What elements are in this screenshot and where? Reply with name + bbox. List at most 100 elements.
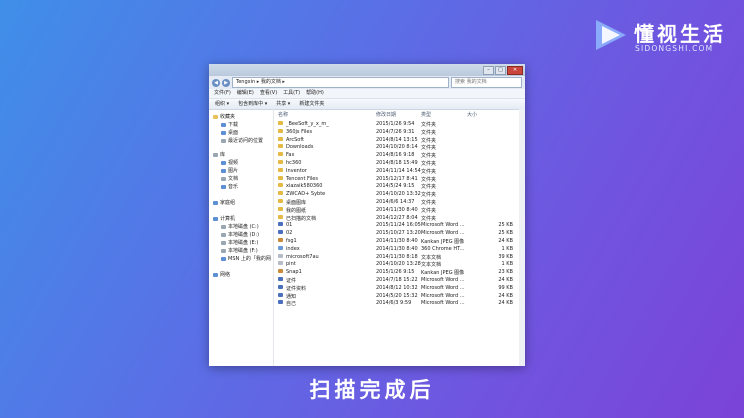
- nav-favorites[interactable]: 收藏夹: [213, 113, 235, 120]
- file-row[interactable]: Downloads 2014/10/20 8:14 文件夹: [275, 144, 519, 152]
- file-size: 1 KB: [501, 245, 513, 252]
- file-name: 桌面图库: [286, 200, 307, 206]
- file-type: Microsoft Word ...: [421, 222, 465, 229]
- menu-edit[interactable]: 编辑(E): [237, 89, 254, 98]
- file-size: 39 KB: [498, 253, 513, 260]
- folder-icon: [278, 206, 283, 211]
- file-name: 02: [286, 230, 293, 237]
- file-row[interactable]: Fax 2014/8/16 9:18 文件夹: [275, 152, 519, 160]
- file-row[interactable]: 通知 2014/5/20 15:32 Microsoft Word ... 24 KB: [275, 292, 519, 301]
- search-input[interactable]: 搜索 我的文档: [451, 77, 522, 88]
- file-row[interactable]: ArcSoft 2014/8/14 13:15 文件夹: [275, 136, 519, 145]
- new-folder-button[interactable]: 新建文件夹: [299, 99, 324, 109]
- file-name: Inventor: [286, 167, 307, 174]
- drive-icon: [221, 240, 226, 245]
- file-name: pint: [286, 261, 296, 268]
- file-name: 已扫描的文档: [286, 215, 317, 222]
- nav-music[interactable]: 音乐: [221, 183, 238, 190]
- file-name: Fax: [286, 152, 295, 159]
- file-date: 2014/8/14 13:15: [376, 136, 418, 143]
- file-row[interactable]: index 2014/11/30 8:40 360 Chrome HT... 1 KB: [275, 245, 519, 254]
- file-name: Snap1: [286, 269, 302, 276]
- file-type: 文本文档: [421, 254, 442, 261]
- nav-drive-f[interactable]: 本地磁盘 (F:): [221, 247, 258, 254]
- nav-drive-e[interactable]: 本地磁盘 (E:): [221, 239, 258, 246]
- folder-icon: [278, 160, 283, 164]
- nav-desktop[interactable]: 桌面: [221, 129, 238, 136]
- menu-help[interactable]: 帮助(H): [306, 89, 324, 98]
- file-row[interactable]: _BeeSoft_y_x_m_ 2015/1/26 9:54 文件夹: [275, 121, 519, 129]
- file-row[interactable]: 已扫描的文档 2014/12/27 8:04 文件夹: [275, 214, 519, 223]
- file-type: Kankan JPEG 图像: [421, 270, 465, 277]
- file-row[interactable]: 桌面图库 2014/6/6 14:37 文件夹: [275, 199, 519, 207]
- col-date[interactable]: 修改日期: [376, 111, 396, 118]
- file-row[interactable]: microsoft7au 2014/11/30 8:18 文本文档 39 KB: [275, 253, 519, 262]
- file-row[interactable]: 01 2015/11/24 16:05 Microsoft Word ... 25 K…: [275, 222, 519, 230]
- file-type: 文件夹: [421, 176, 437, 183]
- drive-icon: [221, 248, 226, 253]
- menu-bar: 文件(F) 编辑(E) 查看(V) 工具(T) 帮助(H): [209, 89, 525, 99]
- file-row[interactable]: 证件资料 2014/8/12 10:32 Microsoft Word ... 99 …: [275, 284, 519, 293]
- maximize-icon[interactable]: □: [495, 66, 506, 75]
- organize-button[interactable]: 组织 ▾: [215, 99, 229, 109]
- file-row[interactable]: Tencent Files 2015/12/17 8:41 文件夹: [275, 175, 519, 184]
- file-row[interactable]: 自己 2014/6/3 9:59 Microsoft Word ... 24 KB: [275, 300, 519, 308]
- nav-homegroup[interactable]: 家庭组: [213, 199, 235, 206]
- nav-computer[interactable]: 计算机: [213, 215, 235, 222]
- nav-msn-drive[interactable]: MSN 上的「我的网: [221, 255, 271, 262]
- nav-network[interactable]: 网络: [213, 271, 230, 278]
- file-row[interactable]: pint 2014/10/20 13:28 文本文档 1 KB: [275, 261, 519, 269]
- file-row[interactable]: 02 2015/10/27 13:20 Microsoft Word ... 25 K…: [275, 230, 519, 238]
- navigation-pane: 收藏夹 下载 桌面 最近访问的位置 库 视频 图片 文档 音乐 家庭组 计算机 …: [209, 109, 274, 366]
- file-row[interactable]: ZWCAD+ Sybte 2014/10/20 13:32 文件夹: [275, 191, 519, 199]
- nav-drive-c[interactable]: 本地磁盘 (C:): [221, 223, 259, 230]
- file-row[interactable]: hc360 2014/8/18 15:49 文件夹: [275, 160, 519, 168]
- file-row[interactable]: xiazaik580360 2014/5/24 9:15 文件夹: [275, 183, 519, 191]
- menu-tools[interactable]: 工具(T): [283, 89, 300, 98]
- scrollbar[interactable]: [519, 109, 525, 366]
- close-icon[interactable]: ✕: [507, 66, 523, 75]
- forward-icon[interactable]: ▶: [222, 78, 230, 87]
- drive-icon: [221, 232, 226, 237]
- minimize-icon[interactable]: –: [483, 66, 494, 75]
- file-date: 2014/5/20 15:32: [376, 292, 418, 299]
- nav-videos[interactable]: 视频: [221, 159, 238, 166]
- back-icon[interactable]: ◀: [212, 78, 220, 87]
- share-button[interactable]: 共享 ▾: [276, 99, 290, 109]
- file-row[interactable]: fsg1 2014/11/30 8:40 Kankan JPEG 图像 24 KB: [275, 238, 519, 246]
- col-type[interactable]: 类型: [421, 111, 431, 118]
- file-row[interactable]: Inventor 2014/11/14 14:54 文件夹: [275, 167, 519, 176]
- menu-file[interactable]: 文件(F): [214, 89, 231, 98]
- file-row[interactable]: 我的图纸 2014/11/30 8:40 文件夹: [275, 206, 519, 215]
- title-bar: – □ ✕: [209, 64, 525, 76]
- file-row[interactable]: 360js Files 2014/7/26 9:31 文件夹: [275, 128, 519, 137]
- file-name: fsg1: [286, 238, 297, 244]
- file-type: Microsoft Word ...: [421, 230, 465, 237]
- drive-icon: [221, 224, 226, 229]
- computer-icon: [213, 216, 218, 221]
- file-date: 2014/11/30 8:18: [376, 253, 418, 260]
- menu-view[interactable]: 查看(V): [260, 89, 277, 98]
- nav-documents[interactable]: 文档: [221, 175, 238, 182]
- file-date: 2015/1/26 9:15: [376, 269, 415, 276]
- nav-drive-d[interactable]: 本地磁盘 (D:): [221, 231, 259, 238]
- nav-libraries[interactable]: 库: [213, 151, 225, 158]
- document-icon: [221, 176, 226, 181]
- nav-pictures[interactable]: 图片: [221, 167, 238, 174]
- col-name[interactable]: 名称: [278, 111, 288, 118]
- file-type: 文件夹: [421, 215, 437, 222]
- file-size: 1 KB: [501, 261, 513, 268]
- address-bar[interactable]: Tengxin ▸ 我的文档 ▸: [232, 77, 449, 88]
- col-size[interactable]: 大小: [467, 111, 477, 118]
- file-row[interactable]: 证件 2014/7/18 15:22 Microsoft Word ... 24 KB: [275, 277, 519, 285]
- file-type: 文件夹: [421, 137, 437, 144]
- address-bar-row: ◀ ▶ Tengxin ▸ 我的文档 ▸ 搜索 我的文档: [209, 76, 525, 89]
- nav-recent[interactable]: 最近访问的位置: [221, 137, 263, 144]
- nav-downloads[interactable]: 下载: [221, 121, 238, 128]
- file-row[interactable]: Snap1 2015/1/26 9:15 Kankan JPEG 图像 23 KB: [275, 269, 519, 277]
- file-name: index: [286, 245, 300, 252]
- include-library-button[interactable]: 包含到库中 ▾: [238, 99, 267, 109]
- file-date: 2014/12/27 8:04: [376, 214, 418, 221]
- file-type: 文件夹: [421, 129, 437, 136]
- word-doc-icon: [278, 277, 283, 281]
